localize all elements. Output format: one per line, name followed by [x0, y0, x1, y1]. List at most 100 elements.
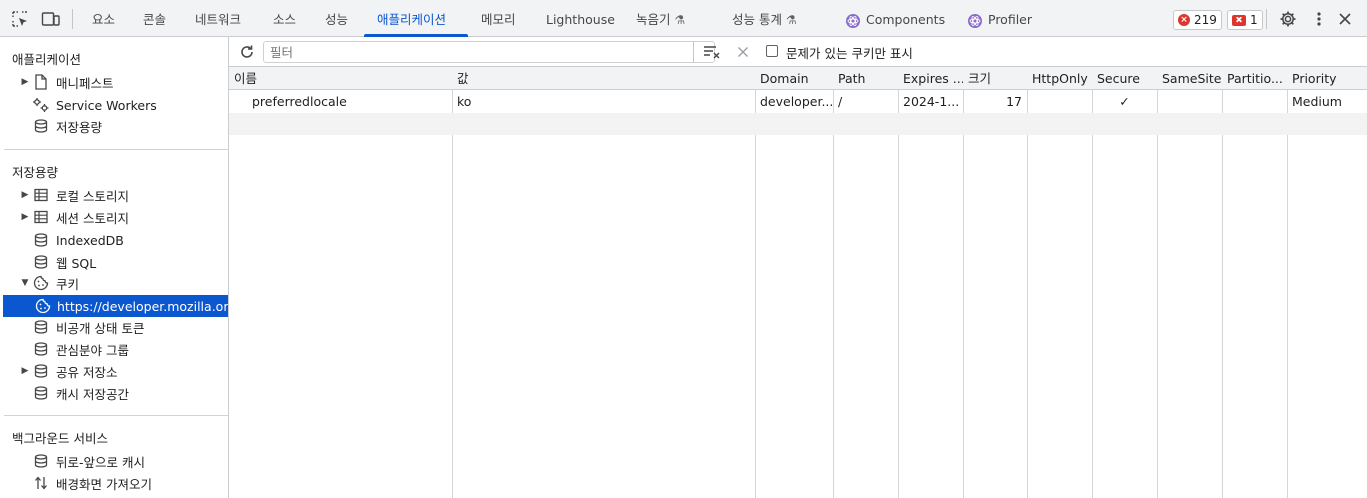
sidebar-item-label: 웹 SQL: [56, 255, 97, 271]
sidebar-item-label: 쿠키: [56, 276, 80, 292]
tab-components[interactable]: Components: [866, 0, 945, 37]
column-header-httponly[interactable]: HttpOnly: [1027, 67, 1092, 90]
database-icon: [32, 384, 50, 402]
section-divider: [4, 415, 228, 416]
table-header: 이름 값 Domain Path Expires ... 크기 HttpOnly…: [229, 67, 1367, 90]
issues-badge[interactable]: 1: [1227, 10, 1263, 30]
delete-icon[interactable]: [734, 43, 752, 61]
sidebar-item-private-state-tokens[interactable]: 비공개 상태 토큰: [0, 316, 228, 338]
sidebar-item-cookies[interactable]: ▼ 쿠키: [0, 272, 228, 294]
column-header-priority[interactable]: Priority: [1287, 67, 1367, 90]
issue-icon: [1232, 14, 1246, 26]
tab-performance[interactable]: 성능: [325, 0, 348, 37]
cell-domain: developer....: [760, 94, 833, 109]
sidebar-item-shared-storage[interactable]: ▶ 공유 저장소: [0, 360, 228, 382]
cookies-table: 이름 값 Domain Path Expires ... 크기 HttpOnly…: [229, 67, 1367, 498]
column-header-domain[interactable]: Domain: [755, 67, 833, 90]
expand-arrow-icon[interactable]: ▶: [20, 366, 30, 376]
react-icon: [968, 14, 982, 28]
sidebar-item-back-forward-cache[interactable]: 뒤로-앞으로 캐시: [0, 450, 228, 472]
cookies-panel: 문제가 있는 쿠키만 표시 이름 값 Domain Path Expires .…: [229, 37, 1367, 498]
database-icon: [32, 318, 50, 336]
issues-count: 1: [1250, 13, 1258, 27]
gears-icon: [32, 96, 50, 114]
tab-performance-insights[interactable]: 성능 통계 ⚗: [732, 0, 797, 37]
sidebar-item-label: https://developer.mozilla.org: [57, 298, 229, 314]
clear-filter-icon[interactable]: [703, 43, 721, 61]
tab-sources[interactable]: 소스: [273, 0, 296, 37]
devtools-toolbar: 요소 콘솔 네트워크 소스 성능 애플리케이션 메모리 Lighthouse 녹…: [0, 0, 1367, 37]
more-vert-icon[interactable]: [1309, 9, 1329, 29]
sidebar-item-label: 뒤로-앞으로 캐시: [56, 454, 145, 470]
database-icon: [32, 362, 50, 380]
table-row[interactable]: preferredlocale ko developer.... / 2024-…: [229, 91, 1367, 113]
column-header-path[interactable]: Path: [833, 67, 898, 90]
expand-arrow-icon[interactable]: ▶: [20, 212, 30, 222]
cookie-icon: [35, 297, 51, 315]
tab-recorder[interactable]: 녹음기 ⚗: [636, 0, 685, 37]
sidebar-item-indexeddb[interactable]: IndexedDB: [0, 229, 228, 251]
tab-console[interactable]: 콘솔: [143, 0, 166, 37]
collapse-arrow-icon[interactable]: ▼: [20, 278, 30, 288]
problem-cookies-label: 문제가 있는 쿠키만 표시: [786, 46, 913, 61]
expand-arrow-icon[interactable]: ▶: [20, 190, 30, 200]
column-header-secure[interactable]: Secure: [1092, 67, 1157, 90]
sidebar-item-interest-groups[interactable]: 관심분야 그룹: [0, 338, 228, 360]
empty-row: [229, 113, 1367, 135]
sidebar-item-label: IndexedDB: [56, 232, 124, 248]
cookies-toolbar: 문제가 있는 쿠키만 표시: [229, 37, 1367, 67]
sidebar-item-label: 저장용량: [56, 119, 103, 135]
application-sidebar: 애플리케이션 ▶ 매니페스트 Service Workers 저장용량 저장용량…: [0, 37, 229, 498]
column-header-expires[interactable]: Expires ...: [898, 67, 963, 90]
toolbar-separator: [1266, 9, 1267, 29]
refresh-icon[interactable]: [238, 43, 256, 61]
database-icon: [32, 340, 50, 358]
toolbar-separator: [72, 9, 73, 29]
table-icon: [32, 208, 50, 226]
cell-samesite: [1157, 91, 1222, 113]
errors-badge[interactable]: × 219: [1173, 10, 1222, 30]
inspect-icon[interactable]: [10, 9, 30, 29]
column-header-value[interactable]: 값: [452, 67, 755, 90]
sidebar-item-storage[interactable]: 저장용량: [0, 115, 228, 137]
sidebar-item-local-storage[interactable]: ▶ 로컬 스토리지: [0, 184, 228, 206]
cell-secure: ✓: [1119, 94, 1130, 109]
tab-profiler[interactable]: Profiler: [988, 0, 1032, 37]
column-header-name[interactable]: 이름: [229, 67, 452, 90]
sidebar-item-web-sql[interactable]: 웹 SQL: [0, 251, 228, 273]
tab-network[interactable]: 네트워크: [195, 0, 241, 37]
problem-cookies-checkbox[interactable]: [766, 45, 778, 57]
sidebar-item-label: 비공개 상태 토큰: [56, 320, 145, 336]
column-header-partition-key[interactable]: Partitio...: [1222, 67, 1287, 90]
column-header-samesite[interactable]: SameSite: [1157, 67, 1222, 90]
tab-application[interactable]: 애플리케이션: [377, 0, 446, 37]
sidebar-item-cache-storage[interactable]: 캐시 저장공간: [0, 382, 228, 404]
sidebar-item-label: 관심분야 그룹: [56, 342, 129, 358]
device-toggle-icon[interactable]: [41, 9, 61, 29]
tab-elements[interactable]: 요소: [92, 0, 115, 37]
sidebar-item-label: 공유 저장소: [56, 364, 118, 380]
tab-lighthouse[interactable]: Lighthouse: [546, 0, 615, 37]
sidebar-item-cookie-origin[interactable]: https://developer.mozilla.org: [3, 295, 228, 317]
database-icon: [32, 253, 50, 271]
gear-icon[interactable]: [1278, 9, 1298, 29]
column-header-size[interactable]: 크기: [963, 67, 1027, 90]
cell-priority: Medium: [1292, 94, 1342, 109]
section-heading-storage: 저장용량: [12, 165, 59, 180]
sidebar-item-label: 세션 스토리지: [56, 210, 129, 226]
expand-arrow-icon[interactable]: ▶: [20, 77, 30, 87]
section-heading-background-services: 백그라운드 서비스: [12, 431, 108, 446]
sidebar-item-session-storage[interactable]: ▶ 세션 스토리지: [0, 206, 228, 228]
sidebar-item-service-workers[interactable]: Service Workers: [0, 94, 228, 116]
sidebar-item-label: 매니페스트: [56, 75, 114, 91]
sidebar-item-manifest[interactable]: ▶ 매니페스트: [0, 71, 228, 93]
close-icon[interactable]: [1335, 9, 1355, 29]
filter-input[interactable]: [263, 41, 715, 63]
sidebar-item-label: 캐시 저장공간: [56, 386, 129, 402]
tab-performance-insights-label: 성능 통계: [732, 12, 782, 27]
cookie-icon: [32, 274, 50, 292]
sidebar-item-background-fetch[interactable]: 배경화면 가져오기: [0, 472, 228, 494]
cell-partition-key: [1222, 91, 1287, 113]
tab-memory[interactable]: 메모리: [481, 0, 516, 37]
errors-count: 219: [1194, 13, 1217, 27]
